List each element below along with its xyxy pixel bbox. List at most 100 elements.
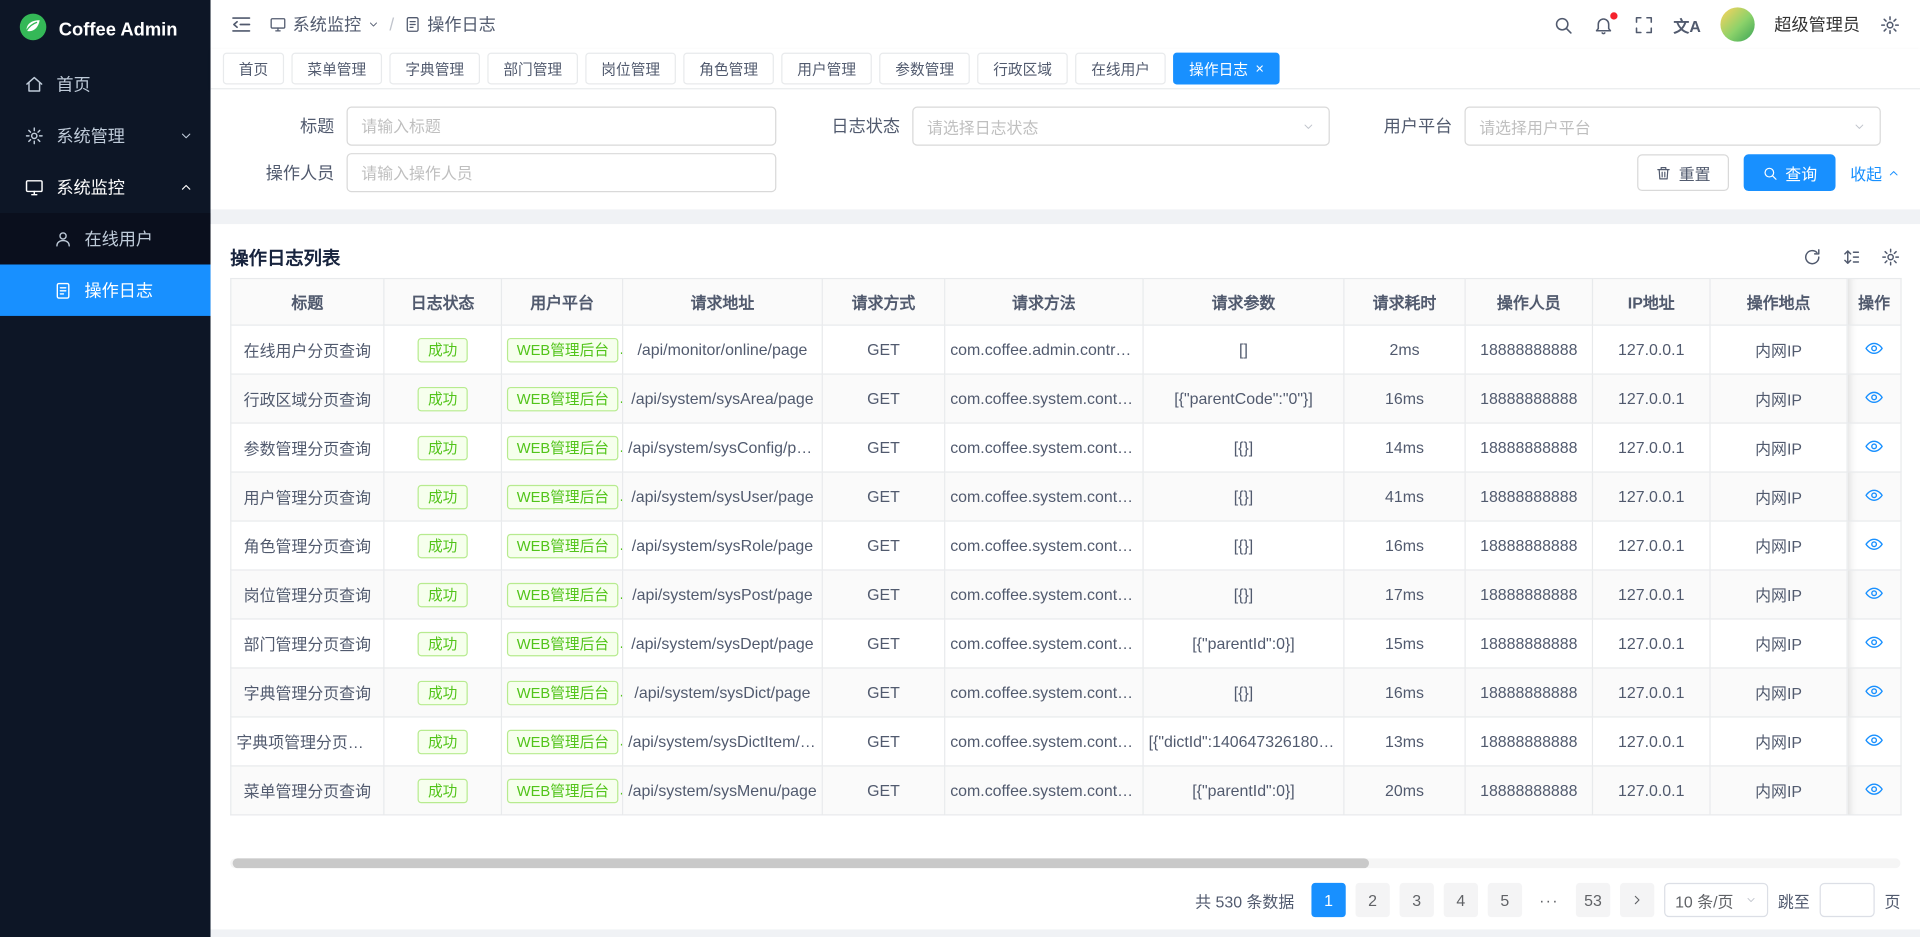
cell-status: 成功 [384,472,502,521]
settings-gear-icon[interactable] [1880,14,1901,35]
search-button-label: 查询 [1785,161,1817,184]
refresh-table-icon[interactable] [1802,247,1822,267]
status-badge: 成功 [418,386,467,410]
status-badge: 成功 [418,582,467,606]
view-detail-eye-icon[interactable] [1865,437,1883,455]
operator-filter-label: 操作人员 [230,160,346,184]
tab-label: 行政区域 [993,58,1052,79]
tab-close-icon[interactable]: × [1255,61,1264,76]
cell-params: [{}] [1143,423,1344,472]
cell-status: 成功 [384,717,502,766]
view-detail-eye-icon[interactable] [1865,388,1883,406]
page-tab[interactable]: 操作日志 × [1173,53,1280,85]
view-detail-eye-icon[interactable] [1865,681,1883,699]
cell-platform: WEB管理后台 [501,766,622,815]
view-detail-eye-icon[interactable] [1865,534,1883,552]
jump-page-input[interactable] [1820,883,1875,917]
page-number-button[interactable]: ··· [1532,883,1566,917]
page-number-button[interactable]: 2 [1355,883,1389,917]
sidebar-item-operation-log[interactable]: 操作日志 [0,264,211,315]
page-tab[interactable]: 岗位管理 [585,53,676,85]
status-filter-select[interactable]: 请选择日志状态 [912,107,1330,146]
page-number-button[interactable]: 5 [1488,883,1522,917]
collapse-sidebar-icon[interactable] [230,13,252,35]
sidebar-item-label: 系统管理 [56,124,166,148]
page-tab[interactable]: 在线用户 [1075,53,1166,85]
platform-badge: WEB管理后台 [507,484,619,508]
platform-badge: WEB管理后台 [507,582,619,606]
table-body: 在线用户分页查询 成功 WEB管理后台 /api/monitor/online/… [231,325,1901,815]
cell-operator: 18888888888 [1465,766,1592,815]
cell-url: /api/system/sysMenu/page [623,766,823,815]
next-page-button[interactable] [1620,883,1654,917]
page-tab[interactable]: 参数管理 [879,53,970,85]
select-placeholder: 请选择用户平台 [1479,114,1590,137]
sidebar-item-online-users[interactable]: 在线用户 [0,213,211,264]
view-detail-eye-icon[interactable] [1865,632,1883,650]
view-detail-eye-icon[interactable] [1865,486,1883,504]
page-tab[interactable]: 菜单管理 [291,53,382,85]
cell-operator: 18888888888 [1465,521,1592,570]
cell-status: 成功 [384,423,502,472]
cell-method-type: GET [822,570,944,619]
search-icon[interactable] [1552,14,1573,35]
cell-platform: WEB管理后台 [501,325,622,374]
username[interactable]: 超级管理员 [1774,12,1860,36]
tab-label: 参数管理 [895,58,954,79]
fullscreen-icon[interactable] [1633,14,1654,35]
cell-location: 内网IP [1710,472,1847,521]
reset-button[interactable]: 重置 [1637,154,1729,191]
collapse-filters-link[interactable]: 收起 [1850,161,1900,184]
operator-filter-input[interactable] [347,153,777,192]
row-height-icon[interactable] [1842,247,1862,267]
cell-location: 内网IP [1710,619,1847,668]
reset-button-label: 重置 [1679,161,1711,184]
status-badge: 成功 [418,778,467,802]
page-tab[interactable]: 字典管理 [389,53,480,85]
page-number-button[interactable]: 4 [1444,883,1478,917]
platform-filter-select[interactable]: 请选择用户平台 [1465,107,1881,146]
sidebar-item-home[interactable]: 首页 [0,59,211,110]
page-tab[interactable]: 部门管理 [487,53,578,85]
horizontal-scrollbar[interactable] [230,858,1900,868]
scrollbar-thumb[interactable] [233,858,1369,868]
page-tab[interactable]: 用户管理 [781,53,872,85]
tab-label: 菜单管理 [307,58,366,79]
tab-label: 首页 [239,58,268,79]
page-tab[interactable]: 行政区域 [977,53,1068,85]
page-size-select[interactable]: 10 条/页 [1664,883,1768,917]
breadcrumb-item-monitor[interactable]: 系统监控 [269,12,379,36]
view-detail-eye-icon[interactable] [1865,730,1883,748]
search-button[interactable]: 查询 [1744,154,1836,191]
cell-location: 内网IP [1710,374,1847,423]
cell-duration: 14ms [1344,423,1465,472]
status-badge: 成功 [418,435,467,459]
page-tab[interactable]: 首页 [223,53,284,85]
title-filter-input[interactable] [347,107,777,146]
view-detail-eye-icon[interactable] [1865,779,1883,797]
cell-platform: WEB管理后台 [501,374,622,423]
view-detail-eye-icon[interactable] [1865,339,1883,357]
cell-url: /api/system/sysRole/page [623,521,823,570]
view-detail-eye-icon[interactable] [1865,583,1883,601]
cell-duration: 17ms [1344,570,1465,619]
page-number-button[interactable]: 1 [1311,883,1345,917]
column-settings-gear-icon[interactable] [1881,247,1901,267]
cell-method-type: GET [822,325,944,374]
page-number-button[interactable]: 53 [1576,883,1610,917]
tab-label: 在线用户 [1091,58,1150,79]
cell-actions [1847,766,1901,815]
language-switch-icon[interactable]: 文A [1673,13,1700,36]
status-filter-label: 日志状态 [776,114,912,138]
sidebar-item-system-monitor[interactable]: 系统监控 [0,162,211,213]
cell-actions [1847,374,1901,423]
page-tab[interactable]: 角色管理 [683,53,774,85]
cell-status: 成功 [384,374,502,423]
pagination-total: 共 530 条数据 [1195,888,1294,911]
avatar[interactable] [1720,7,1754,41]
cell-location: 内网IP [1710,668,1847,717]
page-number-button[interactable]: 3 [1400,883,1434,917]
notification-bell-icon[interactable] [1593,14,1614,35]
sidebar-item-system-management[interactable]: 系统管理 [0,110,211,161]
log-list-card: 操作日志列表 [211,224,1920,929]
